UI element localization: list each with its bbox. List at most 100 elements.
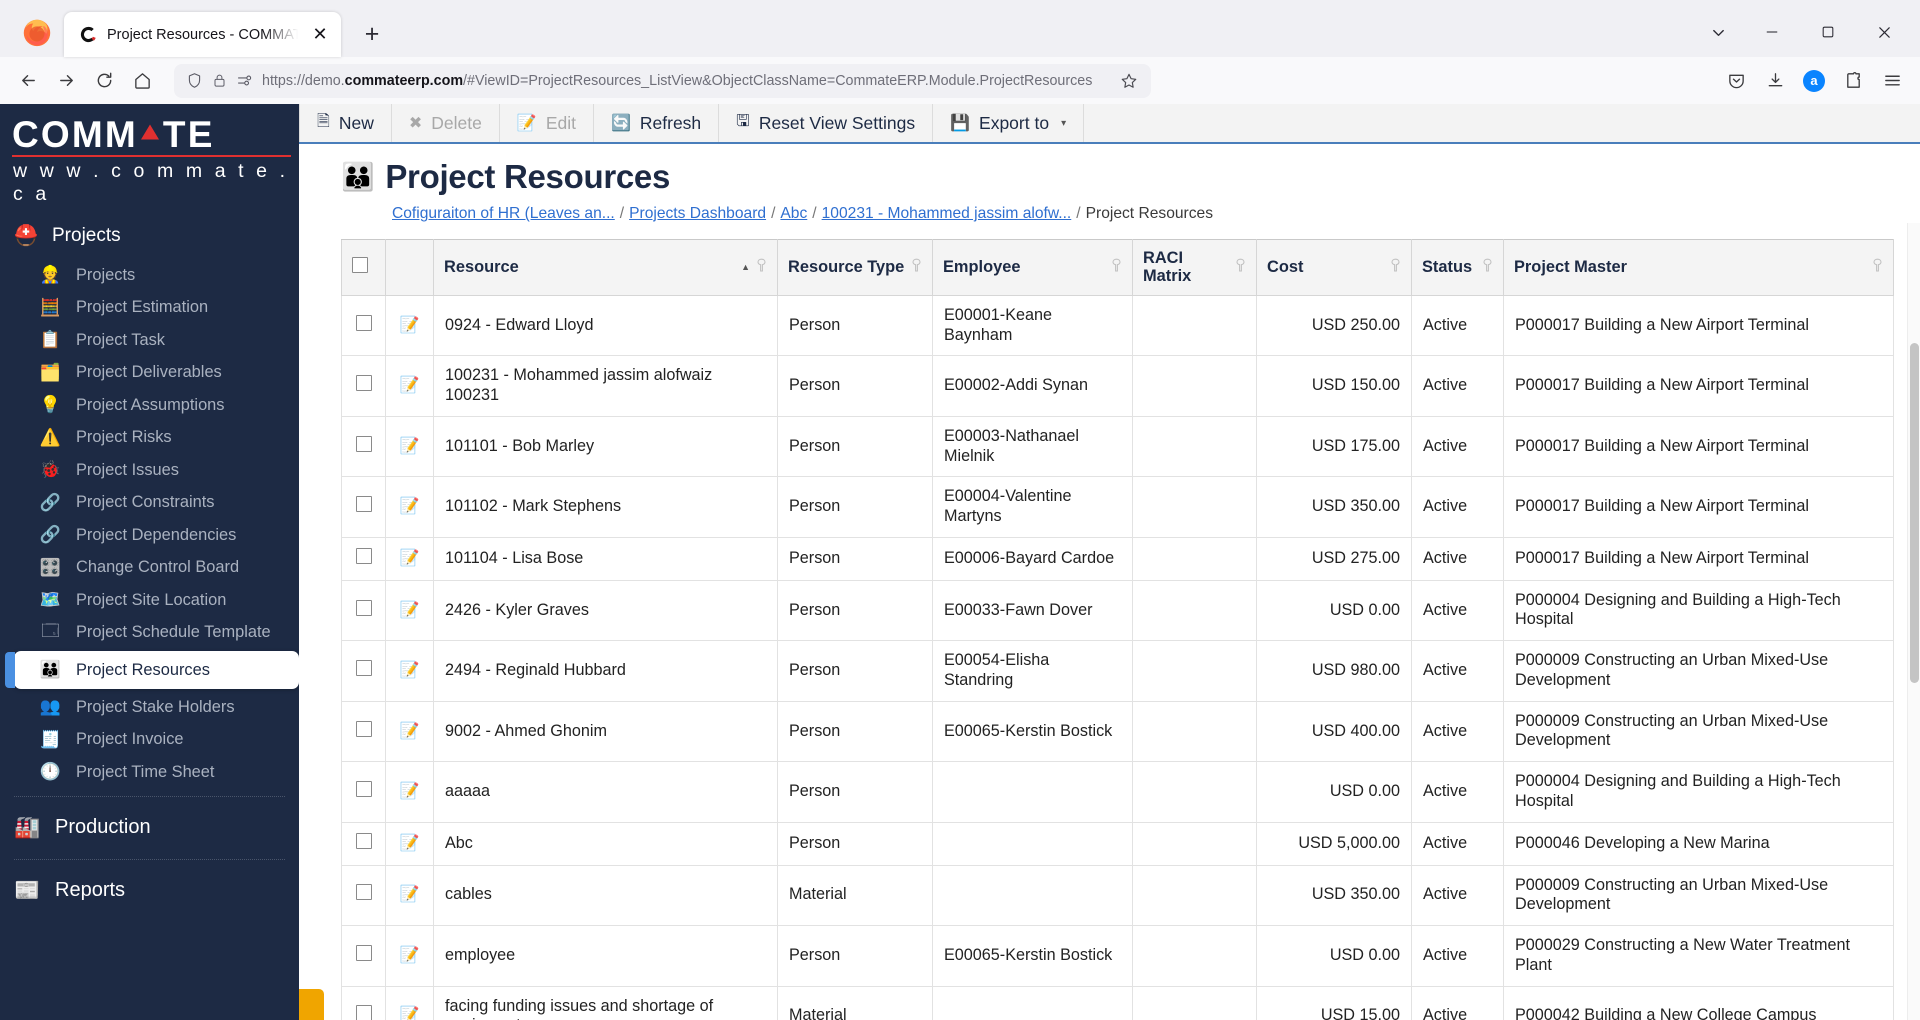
row-checkbox[interactable] (355, 884, 372, 901)
site-permissions-icon[interactable] (236, 72, 253, 89)
row-checkbox[interactable] (355, 547, 372, 564)
chevron-down-icon[interactable]: ▾ (1061, 118, 1066, 129)
edit-pencil-icon[interactable]: 📝 (400, 723, 420, 740)
column-header-raci-matrix[interactable]: RACI Matrix (1132, 239, 1257, 296)
export-to-button[interactable]: 💾 Export to ▾ (933, 104, 1085, 142)
column-header-project-master[interactable]: Project Master (1503, 239, 1894, 296)
sidebar-item-project-risks[interactable]: ⚠️ Project Risks (0, 422, 299, 455)
sort-ascending-icon[interactable]: ▲ (741, 262, 752, 272)
sidebar-item-reports[interactable]: 📰 Reports (0, 867, 299, 915)
row-select-cell[interactable] (341, 821, 386, 866)
reload-button[interactable] (86, 63, 122, 99)
filter-icon[interactable] (1482, 258, 1493, 277)
filter-icon[interactable] (1872, 258, 1883, 277)
table-row[interactable]: 📝 aaaaa Person USD 0.00 Active P000004 Design… (341, 761, 1894, 823)
table-row[interactable]: 📝 9002 - Ahmed Ghonim Person E00065-Kerstin… (341, 700, 1894, 763)
sidebar-item-project-constraints[interactable]: 🔗 Project Constraints (0, 487, 299, 520)
sidebar-item-project-invoice[interactable]: 🧾 Project Invoice (0, 724, 299, 757)
edit-pencil-icon[interactable]: 📝 (400, 602, 420, 619)
app-menu-icon[interactable] (1874, 64, 1910, 98)
close-window-button[interactable] (1856, 11, 1912, 53)
row-select-cell[interactable] (341, 700, 386, 763)
row-edit-cell[interactable]: 📝 (385, 640, 434, 702)
table-row[interactable]: 📝 101101 - Bob Marley Person E00003-Nathana… (341, 415, 1894, 478)
table-row[interactable]: 📝 101102 - Mark Stephens Person E00004-Vale… (341, 476, 1894, 538)
edit-pencil-icon[interactable]: 📝 (400, 783, 420, 800)
maximize-button[interactable] (1800, 11, 1856, 53)
sidebar-item-project-task[interactable]: 📋 Project Task (0, 324, 299, 357)
sidebar-item-project-time-sheet[interactable]: 🕛 Project Time Sheet (0, 756, 299, 789)
row-checkbox[interactable] (355, 599, 372, 616)
row-checkbox[interactable] (355, 375, 372, 392)
edit-pencil-icon[interactable]: 📝 (400, 835, 420, 852)
edit-pencil-icon[interactable]: 📝 (400, 550, 420, 567)
sidebar-item-project-resources[interactable]: 👪 Project Resources (5, 651, 299, 689)
sidebar-item-change-control-board[interactable]: 🎛️ Change Control Board (0, 552, 299, 585)
table-row[interactable]: 📝 Abc Person USD 5,000.00 Active P000046 Deve… (341, 821, 1894, 866)
sidebar-collapse-handle[interactable]: ◀ (299, 989, 324, 1020)
back-button[interactable] (10, 63, 46, 99)
refresh-button[interactable]: 🔄 Refresh (594, 104, 720, 142)
bookmark-star-icon[interactable] (1115, 67, 1143, 95)
edit-pencil-icon[interactable]: 📝 (400, 662, 420, 679)
home-button[interactable] (124, 63, 160, 99)
row-edit-cell[interactable]: 📝 (385, 355, 434, 417)
sidebar-item-project-estimation[interactable]: 🧮 Project Estimation (0, 292, 299, 325)
row-edit-cell[interactable]: 📝 (385, 476, 434, 538)
breadcrumb-item[interactable]: Projects Dashboard (629, 205, 766, 223)
table-row[interactable]: 📝 0924 - Edward Lloyd Person E00001-Keane B… (341, 294, 1894, 357)
row-select-cell[interactable] (341, 579, 386, 642)
row-checkbox[interactable] (355, 1005, 372, 1020)
reset-view-settings-button[interactable]: 🖫 Reset View Settings (719, 104, 934, 142)
sidebar-item-project-dependencies[interactable]: 🔗 Project Dependencies (0, 519, 299, 552)
filter-icon[interactable] (756, 258, 767, 277)
row-edit-cell[interactable]: 📝 (385, 864, 434, 927)
address-bar[interactable]: https://demo.commateerp.com/#ViewID=Proj… (174, 63, 1151, 98)
save-to-pocket-icon[interactable] (1718, 64, 1754, 98)
new-button[interactable]: 🗎 New (299, 104, 392, 142)
column-header-status[interactable]: Status (1411, 239, 1504, 296)
browser-tab[interactable]: Project Resources - COMMATE ERP ✕ (64, 12, 341, 57)
row-checkbox[interactable] (355, 435, 372, 452)
edit-button[interactable]: 📝 Edit (500, 104, 594, 142)
edit-pencil-icon[interactable]: 📝 (400, 377, 420, 394)
row-checkbox[interactable] (355, 314, 372, 331)
row-select-cell[interactable] (341, 536, 386, 581)
column-header-resource-type[interactable]: Resource Type (777, 239, 933, 296)
edit-pencil-icon[interactable]: 📝 (400, 498, 420, 515)
row-edit-cell[interactable]: 📝 (385, 294, 434, 357)
breadcrumb-item[interactable]: 100231 - Mohammed jassim alofw... (822, 205, 1072, 223)
table-row[interactable]: 📝 101104 - Lisa Bose Person E00006-Bayard C… (341, 536, 1894, 581)
row-select-cell[interactable] (341, 294, 386, 357)
edit-pencil-icon[interactable]: 📝 (400, 317, 420, 334)
row-edit-cell[interactable]: 📝 (385, 821, 434, 866)
row-checkbox[interactable] (355, 781, 372, 798)
row-checkbox[interactable] (355, 660, 372, 677)
filter-icon[interactable] (1390, 258, 1401, 277)
breadcrumb-item[interactable]: Abc (780, 205, 807, 223)
row-edit-cell[interactable]: 📝 (385, 415, 434, 478)
row-select-cell[interactable] (341, 355, 386, 417)
sidebar-item-project-assumptions[interactable]: 💡 Project Assumptions (0, 389, 299, 422)
table-row[interactable]: 📝 100231 - Mohammed jassim alofwaiz 10023… (341, 355, 1894, 417)
sidebar-item-projects[interactable]: 👷 Projects (0, 259, 299, 292)
filter-icon[interactable] (1235, 258, 1246, 277)
row-edit-cell[interactable]: 📝 (385, 700, 434, 763)
extensions-icon[interactable] (1835, 64, 1871, 98)
row-edit-cell[interactable]: 📝 (385, 579, 434, 642)
delete-button[interactable]: ✖ Delete (392, 104, 500, 142)
row-checkbox[interactable] (355, 832, 372, 849)
vertical-scrollbar[interactable] (1907, 223, 1920, 1020)
account-avatar[interactable]: a (1796, 64, 1832, 98)
minimize-button[interactable] (1744, 11, 1800, 53)
list-all-tabs-icon[interactable] (1692, 11, 1744, 53)
edit-pencil-icon[interactable]: 📝 (400, 947, 420, 964)
tab-close-icon[interactable]: ✕ (307, 22, 333, 48)
row-edit-cell[interactable]: 📝 (385, 536, 434, 581)
sidebar-item-project-issues[interactable]: 🐞 Project Issues (0, 454, 299, 487)
row-checkbox[interactable] (355, 720, 372, 737)
row-checkbox[interactable] (355, 944, 372, 961)
row-select-cell[interactable] (341, 476, 386, 538)
select-all-header[interactable] (341, 239, 386, 296)
table-row[interactable]: 📝 employee Person E00065-Kerstin Bostick USD… (341, 925, 1894, 987)
